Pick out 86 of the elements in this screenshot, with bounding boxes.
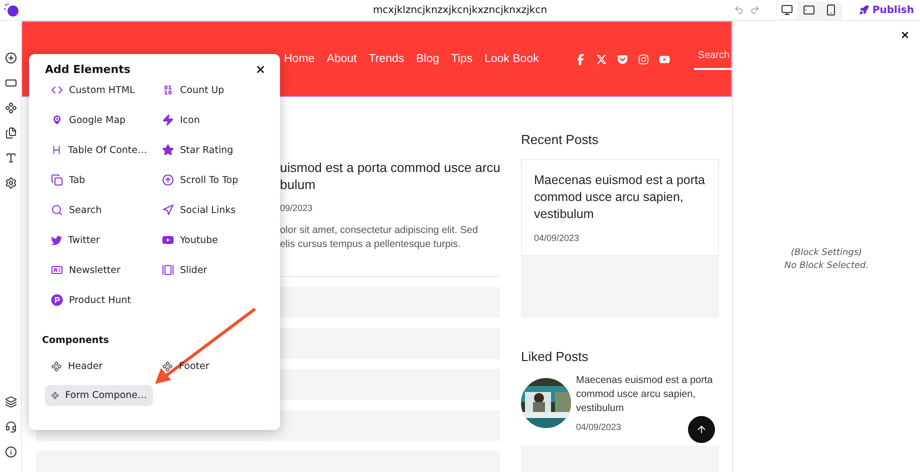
article-title: uismod est a porta commod usce arcu — [280, 159, 500, 176]
element-item[interactable]: Table Of Conte… — [45, 139, 153, 161]
element-item[interactable]: Newsletter — [45, 259, 153, 281]
article-excerpt: olor sit amet, consectetur adipiscing elit. Sed — [280, 224, 479, 238]
tabs-icon — [51, 174, 63, 186]
components-icon[interactable] — [4, 102, 16, 114]
code-icon — [51, 84, 63, 96]
product-hunt-icon — [51, 294, 63, 306]
phone-icon — [825, 4, 838, 16]
search-field[interactable]: Search — [694, 48, 732, 70]
section-icon[interactable] — [4, 77, 16, 89]
add-icon[interactable] — [4, 52, 16, 64]
document-title: mcxjklzncjknzxjkcnjkxzncjknxzjkcn — [372, 4, 548, 16]
nav-link[interactable]: About — [326, 53, 357, 65]
element-item[interactable]: Twitter — [45, 229, 153, 251]
nav-link[interactable]: Tips — [451, 53, 472, 65]
x-icon[interactable] — [596, 54, 607, 64]
panel-heading: (Block Settings) — [790, 248, 862, 258]
post-title: Maecenas euismod est a porta commod usce arcu sapien, vestibulum — [576, 374, 714, 416]
arrow-up-circle-icon — [162, 174, 174, 186]
publish-button[interactable]: Publish — [859, 4, 914, 16]
element-item[interactable]: Youtube — [156, 229, 253, 251]
undo-icon[interactable] — [734, 5, 744, 15]
component-item[interactable]: Form Compone… — [45, 385, 153, 406]
heading-icon — [51, 144, 62, 156]
map-pin-icon — [51, 114, 63, 126]
play-icon — [162, 234, 174, 246]
close-icon[interactable] — [900, 30, 910, 40]
element-item[interactable]: Icon — [156, 109, 253, 131]
post-title: Maecenas euismod est a porta commod usce arcu sapien, vestibulum — [534, 172, 706, 223]
slider-icon — [162, 264, 174, 276]
scroll-top-button[interactable] — [688, 416, 715, 443]
info-icon[interactable] — [4, 446, 16, 458]
section-heading: Components — [42, 335, 110, 346]
component-item[interactable]: Footer — [156, 356, 253, 377]
component-icon — [51, 361, 62, 372]
element-item[interactable]: Custom HTML — [45, 79, 153, 101]
empty-message: No Block Selected. — [784, 261, 869, 271]
article-date: 09/2023 — [280, 203, 314, 213]
lightning-icon — [162, 114, 174, 126]
element-item[interactable]: Star Rating — [156, 139, 253, 161]
pages-icon[interactable] — [4, 127, 16, 139]
instagram-icon[interactable] — [638, 54, 649, 64]
element-item[interactable]: Social Links — [156, 199, 253, 221]
component-icon — [51, 390, 60, 401]
settings-icon[interactable] — [4, 177, 16, 189]
close-icon[interactable] — [255, 64, 266, 74]
redo-icon[interactable] — [750, 5, 760, 15]
nav-link[interactable]: Look Book — [484, 53, 539, 65]
id-card-icon — [51, 264, 63, 276]
nav-link[interactable]: Trends — [368, 53, 404, 65]
article-excerpt: elis cursus tempus a pellentesque turpis. — [280, 238, 462, 252]
component-icon — [162, 361, 173, 372]
youtube-icon[interactable] — [658, 54, 670, 64]
nav-link[interactable]: Home — [284, 53, 315, 65]
tablet-icon — [803, 4, 816, 16]
bird-icon — [51, 234, 62, 246]
post-date: 04/09/2023 — [576, 422, 622, 432]
layers-icon[interactable] — [4, 396, 16, 408]
section-heading: Liked Posts — [521, 349, 590, 364]
desktop-icon — [781, 4, 794, 16]
logo-icon — [3, 2, 19, 18]
rocket-icon — [859, 5, 870, 15]
typography-icon[interactable] — [4, 152, 16, 164]
element-item[interactable]: Product Hunt — [45, 289, 153, 311]
section-heading: Recent Posts — [521, 132, 600, 147]
facebook-icon[interactable] — [574, 54, 586, 64]
arrow-up-icon — [696, 424, 707, 435]
element-item[interactable]: Google Map — [45, 109, 153, 131]
device-button[interactable] — [777, 2, 798, 18]
headset-icon[interactable] — [4, 421, 16, 433]
popup-title: Add Elements — [45, 62, 130, 76]
component-item[interactable]: Header — [45, 356, 153, 377]
element-item[interactable]: Scroll To Top — [156, 169, 253, 191]
star-icon — [162, 144, 174, 156]
nav-link[interactable]: Blog — [416, 53, 440, 65]
element-item[interactable]: Tab — [45, 169, 153, 191]
send-icon — [162, 204, 174, 216]
article-title: bulum — [280, 176, 316, 193]
post-date: 04/09/2023 — [534, 233, 580, 243]
element-item[interactable]: Slider — [156, 259, 253, 281]
search-icon — [51, 204, 63, 216]
pocket-icon[interactable] — [616, 54, 628, 64]
element-item[interactable]: Count Up — [156, 79, 253, 101]
element-item[interactable]: Search — [45, 199, 153, 221]
binary-icon — [162, 84, 174, 96]
